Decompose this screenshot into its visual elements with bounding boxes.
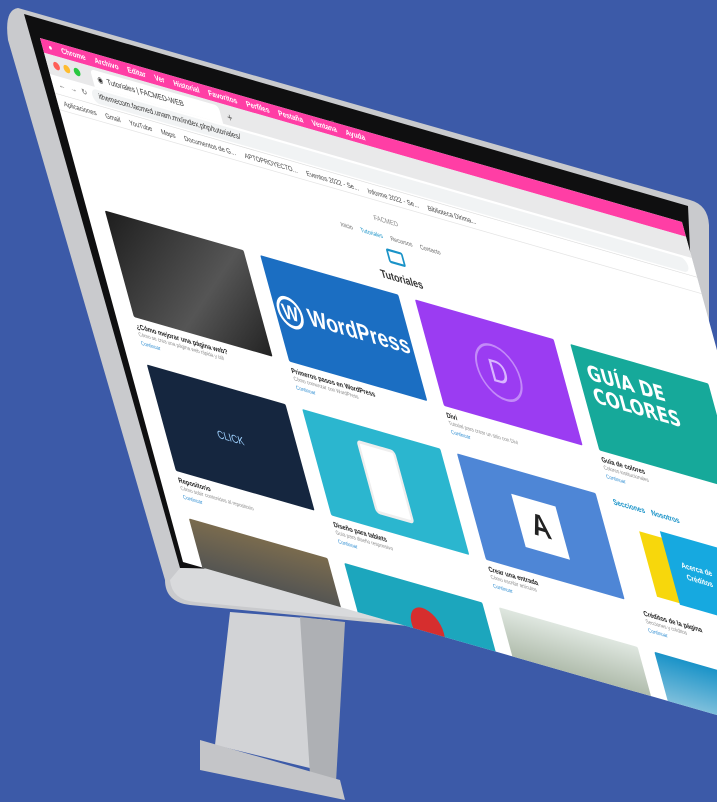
card-thumbnail[interactable]: CLICK xyxy=(146,364,315,511)
thumb-sections: Secciones Nosotros xyxy=(612,498,681,526)
back-icon[interactable]: ← xyxy=(58,81,67,92)
bookmark-item[interactable]: Maps xyxy=(160,127,176,139)
bookmark-item[interactable]: Gmail xyxy=(104,111,121,124)
divi-logo-icon: D xyxy=(468,337,529,408)
close-window-button[interactable] xyxy=(52,61,61,72)
apple-menu-icon[interactable]: ● xyxy=(47,43,53,53)
scene:  ● Chrome Archivo Editar Ver Historial … xyxy=(0,0,717,802)
minimize-window-button[interactable] xyxy=(62,64,72,75)
window-controls xyxy=(52,61,82,78)
thumb-text: CLICK xyxy=(215,427,246,448)
wordpress-logo-icon: W xyxy=(273,292,308,333)
card-thumbnail[interactable]: A xyxy=(456,453,625,600)
monitor-icon xyxy=(385,247,407,268)
thumb-text: Nosotros xyxy=(650,508,681,526)
card-thumbnail[interactable] xyxy=(301,408,470,555)
nav-item[interactable]: Inicio xyxy=(340,221,354,232)
site-logo[interactable]: FACMED xyxy=(373,213,399,228)
maximize-window-button[interactable] xyxy=(72,67,82,78)
favicon-icon: ◉ xyxy=(96,74,105,86)
thumb-text: Secciones xyxy=(611,497,647,516)
thumb-text: GUÍA DE COLORES xyxy=(584,360,684,434)
forward-icon[interactable]: → xyxy=(69,84,78,95)
thumb-text: WordPress xyxy=(304,304,414,361)
thumb-text: A xyxy=(511,493,571,560)
tablet-icon xyxy=(356,439,415,525)
reload-icon[interactable]: ↻ xyxy=(81,87,89,98)
menu-item[interactable]: Ver xyxy=(153,73,165,85)
